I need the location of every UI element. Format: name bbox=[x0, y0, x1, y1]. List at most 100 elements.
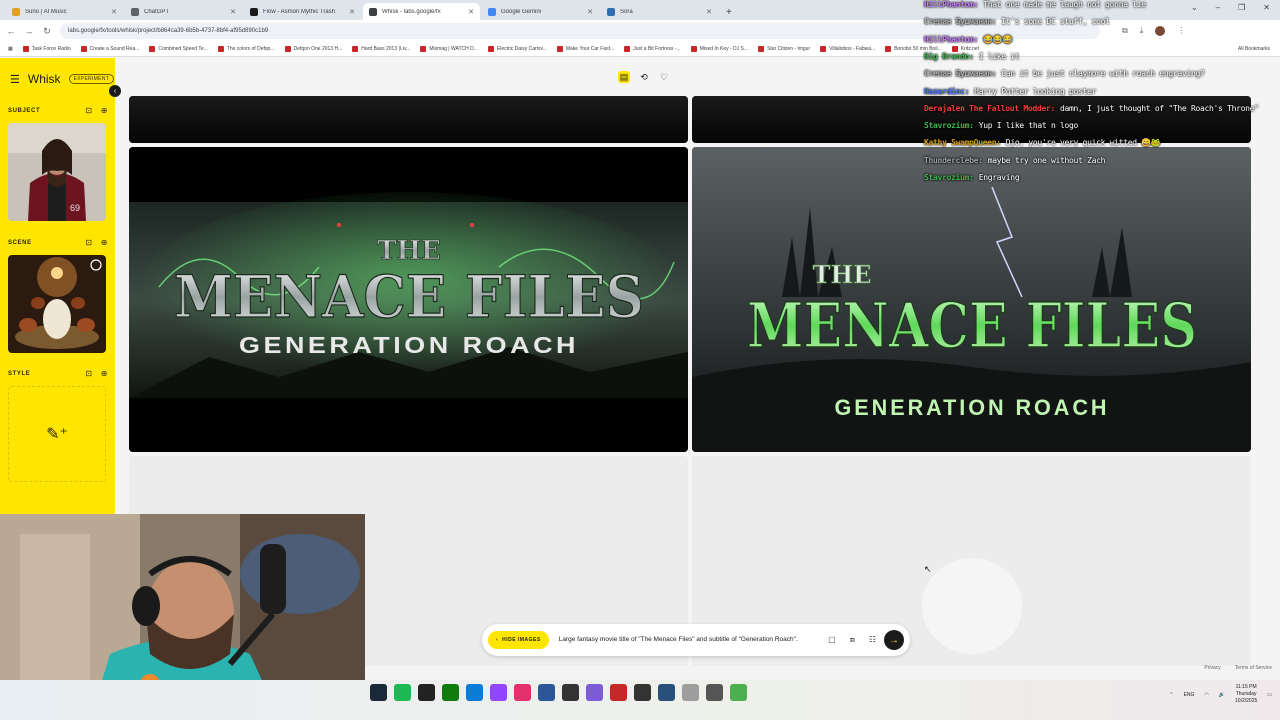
browser-tab[interactable]: ChatGPT ✕ bbox=[125, 3, 242, 20]
chat-message: Big Brando: I like it bbox=[924, 51, 1020, 61]
bookmark-item[interactable]: Task Force Radio bbox=[22, 46, 71, 52]
collapse-sidebar-button[interactable]: ‹ bbox=[109, 85, 121, 97]
tab-close-icon[interactable]: ✕ bbox=[706, 8, 712, 16]
subject-thumbnail[interactable]: 69 bbox=[8, 123, 106, 221]
forward-icon[interactable]: → bbox=[24, 26, 34, 36]
app-icon[interactable] bbox=[586, 684, 603, 701]
apps-icon[interactable]: ▦ bbox=[8, 46, 13, 52]
style-upload-icon[interactable]: ⊡ bbox=[85, 369, 92, 378]
tab-favicon-icon bbox=[488, 7, 496, 16]
image-card-prev-1[interactable] bbox=[129, 96, 688, 143]
favorite-icon[interactable]: ♡ bbox=[658, 71, 670, 83]
bookmark-item[interactable]: Hard Bass 2013 (Liv... bbox=[352, 46, 410, 52]
bookmark-favicon-icon bbox=[690, 46, 697, 52]
volume-icon[interactable]: 🔊 bbox=[1219, 692, 1225, 698]
scene-thumbnail[interactable] bbox=[8, 255, 106, 353]
profile-avatar[interactable] bbox=[1155, 26, 1166, 36]
bookmark-item[interactable]: Mixed In Key - DJ S... bbox=[690, 46, 748, 52]
bookmark-item[interactable]: Defqon One 2013 H... bbox=[284, 46, 342, 52]
download-icon[interactable]: ⤓ bbox=[1140, 26, 1144, 36]
menu-icon[interactable]: ☰ bbox=[10, 73, 20, 86]
image-upload-icon[interactable]: ⧈ bbox=[850, 635, 855, 645]
url-text: labs.google/fx/tools/whisk/project/b864c… bbox=[68, 28, 269, 34]
clock[interactable]: 11:15 PM Thursday 10/2/2025 bbox=[1235, 684, 1257, 705]
bookmark-item[interactable]: Mixmag | WATCH D... bbox=[420, 46, 478, 52]
xbox-icon[interactable] bbox=[442, 684, 459, 701]
edge-icon[interactable] bbox=[466, 684, 483, 701]
bookmark-item[interactable]: Create a Sound Rea... bbox=[80, 46, 139, 52]
bookmark-item[interactable]: Combined Speed Te... bbox=[149, 46, 208, 52]
menu-icon[interactable]: ⋮ bbox=[1177, 26, 1185, 36]
hide-images-button[interactable]: ‹ HIDE IMAGES bbox=[488, 631, 549, 649]
spotify-icon[interactable] bbox=[394, 684, 411, 701]
bookmark-favicon-icon bbox=[885, 46, 892, 52]
instagram-icon[interactable] bbox=[514, 684, 531, 701]
aspect-ratio-icon[interactable]: ▢ bbox=[828, 635, 836, 645]
app-icon[interactable] bbox=[658, 684, 675, 701]
bookmarks-bar: ▦ Task Force Radio Create a Sound Rea... C… bbox=[0, 42, 1280, 57]
notifications-icon[interactable]: ▭ bbox=[1267, 692, 1272, 698]
extensions-icon[interactable]: ⧉ bbox=[1122, 26, 1128, 36]
tab-close-icon[interactable]: ✕ bbox=[468, 8, 474, 16]
browser-tab[interactable]: Google Gemini ✕ bbox=[482, 3, 599, 20]
style-label: STYLE bbox=[8, 370, 31, 377]
tray-chevron-icon[interactable]: ⌃ bbox=[1169, 692, 1173, 698]
reload-icon[interactable]: ↻ bbox=[42, 26, 52, 37]
app-icon[interactable] bbox=[730, 684, 747, 701]
app-icon[interactable] bbox=[634, 684, 651, 701]
close-window-button[interactable]: ✕ bbox=[1263, 3, 1270, 12]
chat-username: HillPhantom: bbox=[924, 0, 979, 9]
bookmark-item[interactable]: Make Your Car Fast... bbox=[556, 46, 614, 52]
tab-close-icon[interactable]: ✕ bbox=[111, 8, 117, 16]
terms-link[interactable]: Terms of Service bbox=[1235, 665, 1272, 671]
chat-text: I like it bbox=[978, 51, 1020, 61]
app-icon[interactable] bbox=[538, 684, 555, 701]
image-card-2[interactable]: THE MENACE FILES GENERATION ROACH bbox=[692, 147, 1251, 452]
style-section: STYLE ⊡ ⊕ ✎⁺ bbox=[8, 369, 108, 482]
settings-sliders-icon[interactable]: ☷ bbox=[869, 635, 876, 645]
wifi-icon[interactable]: ◠ bbox=[1204, 692, 1208, 698]
tab-close-icon[interactable]: ✕ bbox=[230, 8, 236, 16]
prompt-input[interactable]: Large fantasy movie title of "The Menace… bbox=[549, 636, 828, 644]
bookmark-item[interactable]: The colors of Defqo... bbox=[217, 46, 275, 52]
all-bookmarks[interactable]: All Bookmarks bbox=[1238, 46, 1270, 52]
history-icon[interactable]: ⟲ bbox=[638, 71, 650, 83]
tab-search-icon[interactable]: ⌄ bbox=[1191, 3, 1198, 12]
back-icon[interactable]: ← bbox=[6, 26, 16, 36]
subject-add-icon[interactable]: ⊕ bbox=[101, 106, 108, 115]
privacy-link[interactable]: Privacy bbox=[1204, 665, 1220, 671]
tab-close-icon[interactable]: ✕ bbox=[349, 8, 355, 16]
browser-tab[interactable]: Sora ✕ bbox=[601, 3, 718, 20]
app-icon[interactable] bbox=[562, 684, 579, 701]
settings-icon[interactable] bbox=[706, 684, 723, 701]
image-card-1[interactable]: THE MENACE FILES GENERATION ROACH bbox=[129, 147, 688, 452]
minimize-button[interactable]: – bbox=[1216, 3, 1220, 12]
app-icon[interactable] bbox=[610, 684, 627, 701]
chat-username: Derajalen The Fallout Modder: bbox=[924, 103, 1055, 113]
browser-tab[interactable]: Suno | AI Music ✕ bbox=[6, 3, 123, 20]
tab-close-icon[interactable]: ✕ bbox=[587, 8, 593, 16]
chat-username: HillPhantom: bbox=[924, 34, 979, 44]
bookmark-item[interactable]: Star Citizen - Imgur bbox=[758, 46, 810, 52]
subject-upload-icon[interactable]: ⊡ bbox=[85, 106, 92, 115]
bookmark-label: Combined Speed Te... bbox=[158, 46, 208, 52]
bookmark-item[interactable]: Just a Bit Fortress -... bbox=[624, 46, 681, 52]
bookmark-label: Just a Bit Fortress -... bbox=[633, 46, 681, 52]
browser-tab[interactable]: Flow - Asmon Mythic Trash ✕ bbox=[244, 3, 361, 20]
add-style-slot[interactable]: ✎⁺ bbox=[8, 386, 106, 482]
new-tab-button[interactable]: + bbox=[726, 7, 732, 18]
app-icon[interactable] bbox=[418, 684, 435, 701]
bookmark-item[interactable]: Villaliobos - Fabwa... bbox=[820, 46, 875, 52]
style-add-icon[interactable]: ⊕ bbox=[101, 369, 108, 378]
explorer-icon[interactable] bbox=[682, 684, 699, 701]
twitch-icon[interactable] bbox=[490, 684, 507, 701]
bookmark-item[interactable]: Electric Daisy Carniv... bbox=[487, 46, 547, 52]
scene-add-icon[interactable]: ⊕ bbox=[101, 238, 108, 247]
maximize-button[interactable]: ❐ bbox=[1238, 3, 1245, 12]
steam-icon[interactable] bbox=[370, 684, 387, 701]
scene-upload-icon[interactable]: ⊡ bbox=[85, 238, 92, 247]
language-indicator[interactable]: ENG bbox=[1184, 692, 1195, 698]
browser-tab[interactable]: Whisk - labs.google/fx ✕ bbox=[363, 3, 480, 20]
submit-arrow-button[interactable]: → bbox=[884, 630, 904, 650]
gallery-icon[interactable]: ▤ bbox=[618, 71, 630, 83]
